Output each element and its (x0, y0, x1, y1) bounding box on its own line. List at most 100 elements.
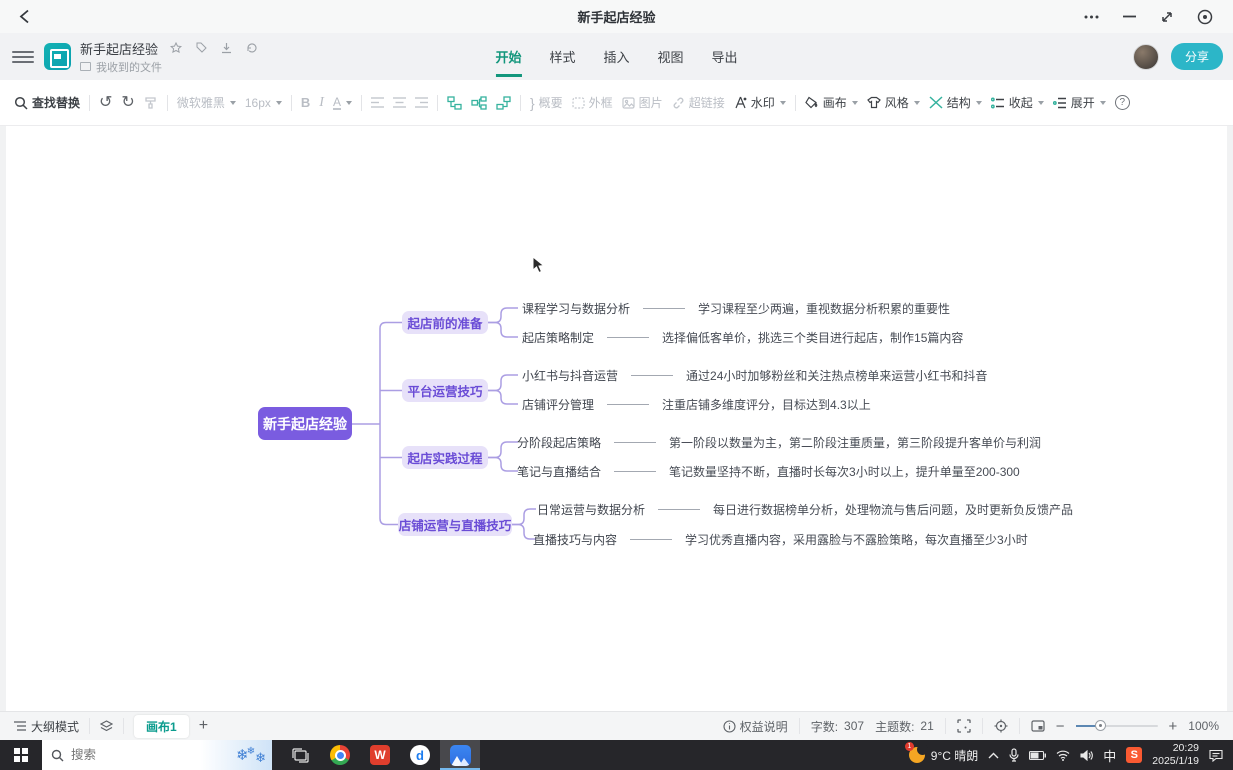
collapse-button[interactable]: 收起 (991, 94, 1044, 111)
download-icon[interactable] (221, 42, 232, 54)
subtopic-detail[interactable]: 选择偏低客单价，挑选三个类目进行起店，制作15篇内容 (662, 329, 963, 346)
subtopic-detail[interactable]: 通过24小时加够粉丝和关注热点榜单来运营小红书和抖音 (686, 367, 987, 384)
user-avatar[interactable] (1133, 44, 1159, 70)
tab-style[interactable]: 样式 (549, 47, 575, 77)
mindmap-branch-node[interactable]: 起店前的准备 (402, 311, 488, 334)
document-location[interactable]: 我收到的文件 (80, 59, 258, 75)
wps-icon[interactable]: W (360, 740, 400, 770)
tab-start[interactable]: 开始 (495, 47, 521, 77)
sogou-ime-icon[interactable]: S (1126, 747, 1142, 763)
undo-button[interactable]: ↺ (99, 95, 112, 111)
close-button[interactable] (1197, 9, 1213, 25)
zoom-slider-thumb[interactable] (1095, 720, 1106, 731)
insert-child-node-button[interactable] (471, 96, 487, 110)
mindmap-branch-node[interactable]: 店铺运营与直播技巧 (398, 513, 512, 536)
main-menu-button[interactable] (12, 51, 34, 63)
subtopic-label[interactable]: 分阶段起店策略 (517, 434, 601, 451)
format-painter-button[interactable] (144, 96, 158, 110)
tab-insert[interactable]: 插入 (603, 47, 629, 77)
subtopic-label[interactable]: 笔记与直播结合 (517, 463, 601, 480)
help-icon[interactable]: ? (1115, 95, 1130, 110)
canvas-tab[interactable]: 画布1 (134, 715, 189, 738)
dingtalk-icon[interactable]: d (400, 740, 440, 770)
mindmap-branch-node[interactable]: 平台运营技巧 (402, 379, 488, 402)
document-title[interactable]: 新手起店经验 (80, 39, 158, 58)
mindmap-app-icon[interactable] (440, 740, 480, 770)
zoom-out-button[interactable]: − (1056, 718, 1065, 735)
minimap-icon[interactable] (1031, 720, 1045, 732)
bold-button[interactable]: B (301, 95, 310, 110)
structure-button[interactable]: 结构 (929, 94, 982, 111)
rights-info-button[interactable]: 权益说明 (723, 718, 788, 735)
align-left-icon[interactable] (371, 97, 384, 108)
frame-button[interactable]: 外框 (572, 94, 613, 111)
subtopic-detail[interactable]: 注重店铺多维度评分，目标达到4.3以上 (662, 396, 871, 413)
canvas-button[interactable]: 画布 (805, 94, 858, 111)
subtopic-label[interactable]: 小红书与抖音运营 (522, 367, 618, 384)
zoom-slider[interactable] (1076, 725, 1158, 727)
subtopic-detail[interactable]: 学习课程至少两遍，重视数据分析积累的重要性 (698, 300, 950, 317)
share-button[interactable]: 分享 (1171, 43, 1223, 70)
ime-indicator[interactable]: 中 (1103, 746, 1116, 765)
italic-button[interactable]: I (319, 95, 324, 111)
weather-widget[interactable]: 1 9°C 晴朗 (909, 747, 978, 764)
seasonal-decoration: ❄ ❄ ❄ (200, 740, 272, 770)
align-right-icon[interactable] (415, 97, 428, 108)
favorite-star-icon[interactable] (170, 42, 182, 54)
layers-icon[interactable] (100, 720, 113, 732)
outline-button[interactable]: }概要 (530, 94, 563, 111)
align-center-icon[interactable] (393, 97, 406, 108)
zoom-in-button[interactable]: + (1169, 718, 1178, 735)
weather-icon: 1 (909, 747, 925, 763)
watermark-button[interactable]: 水印 (734, 94, 786, 111)
mindmap-subtopic-row: 小红书与抖音运营 通过24小时加够粉丝和关注热点榜单来运营小红书和抖音 (522, 366, 987, 384)
subtopic-detail[interactable]: 学习优秀直播内容，采用露脸与不露脸策略，每次直播至少3小时 (685, 531, 1028, 548)
font-color-button[interactable]: A (333, 96, 352, 110)
subtopic-detail[interactable]: 每日进行数据榜单分析，处理物流与售后问题，及时更新负反馈产品 (713, 501, 1073, 518)
outline-mode-button[interactable]: 大纲模式 (14, 718, 79, 735)
subtopic-label[interactable]: 起店策略制定 (522, 329, 594, 346)
mindmap-canvas[interactable]: 新手起店经验 起店前的准备 平台运营技巧 起店实践过程 店铺运营与直播技巧 课程… (0, 126, 1233, 711)
redo-button[interactable]: ↻ (121, 95, 134, 111)
subtopic-label[interactable]: 课程学习与数据分析 (522, 300, 630, 317)
image-button[interactable]: 图片 (622, 94, 663, 111)
subtopic-label[interactable]: 日常运营与数据分析 (537, 501, 645, 518)
font-size-select[interactable]: 16px (245, 96, 282, 110)
notification-center-icon[interactable] (1209, 749, 1223, 762)
font-family-select[interactable]: 微软雅黑 (177, 94, 236, 111)
subtopic-detail[interactable]: 第一阶段以数量为主，第二阶段注重质量，第三阶段提升客单价与利润 (669, 434, 1041, 451)
volume-icon[interactable] (1080, 750, 1093, 761)
expand-button[interactable]: 展开 (1053, 94, 1106, 111)
search-icon (51, 749, 64, 762)
resize-button[interactable] (1159, 9, 1175, 25)
search-input[interactable] (71, 748, 171, 762)
tray-expand-icon[interactable] (988, 752, 999, 759)
hyperlink-button[interactable]: 超链接 (672, 94, 725, 111)
fit-screen-icon[interactable] (957, 719, 971, 733)
add-canvas-button[interactable]: + (199, 717, 208, 735)
task-view-button[interactable] (280, 740, 320, 770)
wifi-icon[interactable] (1056, 750, 1070, 761)
minimize-button[interactable] (1121, 9, 1137, 25)
tab-export[interactable]: 导出 (712, 47, 738, 77)
taskbar-search[interactable]: ❄ ❄ ❄ (42, 740, 272, 770)
locate-center-icon[interactable] (994, 719, 1008, 733)
start-button[interactable] (0, 740, 42, 770)
taskbar-clock[interactable]: 20:29 2025/1/19 (1152, 742, 1199, 768)
subtopic-label[interactable]: 直播技巧与内容 (533, 531, 617, 548)
tab-view[interactable]: 视图 (658, 47, 684, 77)
history-icon[interactable] (246, 42, 258, 54)
chrome-icon[interactable] (320, 740, 360, 770)
more-options-icon[interactable] (1083, 9, 1099, 25)
insert-parent-node-button[interactable] (496, 96, 511, 110)
subtopic-label[interactable]: 店铺评分管理 (522, 396, 594, 413)
find-replace-button[interactable]: 查找替换 (14, 94, 80, 111)
style-button[interactable]: 风格 (867, 94, 920, 111)
subtopic-detail[interactable]: 笔记数量坚持不断，直播时长每次3小时以上，提升单量至200-300 (669, 463, 1020, 480)
mindmap-branch-node[interactable]: 起店实践过程 (402, 446, 488, 469)
battery-icon[interactable] (1029, 751, 1046, 760)
mindmap-root-node[interactable]: 新手起店经验 (258, 407, 352, 440)
label-tag-icon[interactable] (196, 42, 207, 54)
microphone-icon[interactable] (1009, 748, 1019, 762)
insert-sibling-node-button[interactable] (447, 96, 462, 110)
